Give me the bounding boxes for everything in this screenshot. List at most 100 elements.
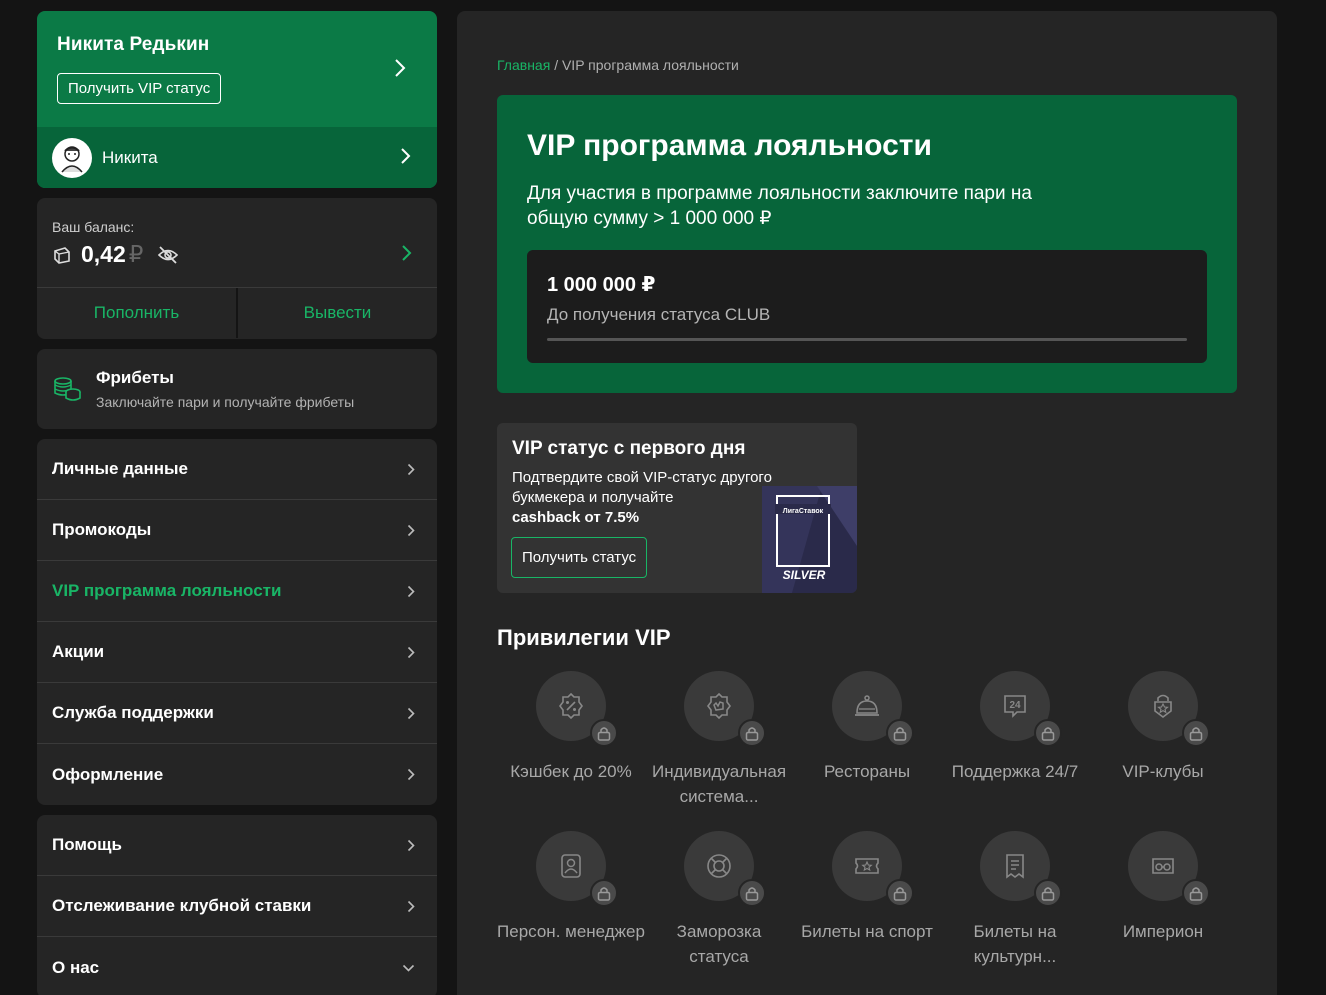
profile-name: Никита Редькин: [57, 34, 210, 55]
eye-off-icon[interactable]: [157, 245, 179, 265]
progress-label: До получения статуса CLUB: [547, 305, 771, 324]
menu-item-label: О нас: [52, 957, 100, 977]
balance-label: Ваш баланс:: [52, 219, 135, 235]
freebets-subtitle: Заключайте пари и получайте фрибеты: [96, 394, 355, 410]
profile-header[interactable]: Никита Редькин Получить VIP статус: [37, 11, 437, 127]
cloche-icon: [855, 695, 879, 716]
menu-item-label: Акции: [52, 642, 105, 661]
promo-description: Подтвердите свой VIP-статус другого букм…: [512, 468, 772, 528]
lock-icon: [1189, 886, 1203, 901]
lock-icon: [893, 886, 907, 901]
privilege-item[interactable]: Рестораны: [793, 671, 941, 811]
get-vip-button[interactable]: Получить VIP статус: [57, 73, 222, 104]
sidebar: Никита Редькин Получить VIP статус Никит…: [37, 11, 437, 995]
menu-item-label: Личные данные: [52, 459, 188, 478]
privilege-item[interactable]: Билеты на спорт: [793, 831, 941, 971]
lock-icon: [597, 886, 611, 901]
menu-item-label: Оформление: [52, 764, 164, 784]
main-panel: Главная / VIP программа лояльности VIP п…: [457, 11, 1277, 995]
chevron-down-icon: [402, 964, 415, 972]
privilege-item[interactable]: Кэшбек до 20%: [497, 671, 645, 811]
privilege-item[interactable]: Персон. менеджер: [497, 831, 645, 971]
lock-icon: [745, 886, 759, 901]
cashback-icon: [559, 692, 583, 720]
menu-item-appearance[interactable]: Оформление: [37, 744, 437, 805]
coins-icon: [54, 377, 81, 401]
privilege-label: Империон: [1122, 922, 1204, 941]
privilege-item[interactable]: Индивидуальная система...: [645, 671, 793, 811]
breadcrumb: Главная / VIP программа лояльности: [497, 57, 739, 73]
profile-user-row[interactable]: Никита: [37, 127, 437, 188]
menu-item-promocodes[interactable]: Промокоды: [37, 500, 437, 561]
privilege-item[interactable]: VIP-клубы: [1089, 671, 1237, 811]
breadcrumb-current: VIP программа лояльности: [561, 57, 739, 73]
chevron-right-icon: [407, 646, 415, 659]
chevron-right-icon: [407, 707, 415, 720]
hero-description: Для участия в программе лояльности заклю…: [527, 183, 1032, 229]
deposit-button[interactable]: Пополнить: [37, 288, 238, 338]
privilege-label: Персон. менеджер: [497, 922, 645, 941]
page-title: VIP программа лояльности: [527, 129, 932, 162]
chevron-right-icon: [407, 524, 415, 537]
imperion-icon: [1152, 858, 1174, 874]
lifebuoy-icon: [707, 854, 731, 878]
support-24-icon: 24: [1004, 695, 1026, 718]
menu-item-vip-program[interactable]: VIP программа лояльности: [37, 561, 437, 622]
breadcrumb-home-link[interactable]: Главная: [497, 57, 550, 73]
balance-header[interactable]: Ваш баланс: 0,42 ₽: [37, 198, 437, 288]
menu-item-label: Служба поддержки: [52, 703, 214, 722]
profile-username: Никита: [102, 147, 158, 167]
wallet-icon: [54, 246, 70, 264]
progress-amount: 1 000 000 ₽: [547, 274, 656, 296]
menu-item-personal-data[interactable]: Личные данные: [37, 439, 437, 500]
menu-item-support[interactable]: Служба поддержки: [37, 683, 437, 744]
secondary-menu: Помощь Отслеживание клубной ставки О нас: [37, 815, 437, 995]
progress-box: 1 000 000 ₽ До получения статуса CLUB: [527, 250, 1207, 363]
menu-item-about[interactable]: О нас: [37, 937, 437, 995]
privilege-label: Поддержка 24/7: [951, 762, 1079, 781]
breadcrumb-separator: /: [554, 57, 559, 73]
menu-item-label: Отслеживание клубной ставки: [52, 896, 312, 915]
card-level: SILVER: [783, 568, 826, 582]
chevron-right-icon: [407, 585, 415, 598]
lock-icon: [893, 726, 907, 741]
menu-item-label: Промокоды: [52, 520, 152, 539]
get-status-button[interactable]: Получить статус: [511, 537, 648, 578]
privilege-item[interactable]: Империон: [1089, 831, 1237, 971]
withdraw-button[interactable]: Вывести: [238, 288, 437, 338]
privileges-title: Привилегии VIP: [497, 625, 671, 650]
balance-currency: ₽: [128, 241, 144, 267]
gear-hand-icon: [707, 692, 731, 720]
balance-amount: 0,42: [81, 241, 126, 267]
menu-item-label: VIP программа лояльности: [52, 581, 282, 600]
privilege-item[interactable]: Заморозка статуса: [645, 831, 793, 971]
balance-card: Ваш баланс: 0,42 ₽ Пополнить Вывести: [37, 198, 437, 339]
privilege-label: Индивидуальная система...: [651, 762, 787, 806]
vip-hero-card: VIP программа лояльности Для участия в п…: [497, 95, 1237, 393]
avatar: [52, 137, 92, 178]
promo-title: VIP статус с первого дня: [512, 438, 746, 459]
svg-text:24: 24: [1009, 700, 1021, 711]
chevron-right-icon: [407, 900, 415, 913]
culture-ticket-icon: [1006, 854, 1024, 879]
chevron-right-icon: [407, 768, 415, 781]
chevron-right-icon: [407, 839, 415, 852]
club-icon: [1154, 694, 1172, 718]
privilege-item[interactable]: Билеты на культурн...: [941, 831, 1089, 971]
chevron-right-icon: [401, 148, 411, 164]
privilege-label: VIP-клубы: [1122, 762, 1204, 781]
lock-icon: [1189, 726, 1203, 741]
promo-highlight: cashback от 7.5%: [512, 509, 640, 526]
menu-item-label: Помощь: [52, 835, 122, 854]
menu-item-club-bet-tracking[interactable]: Отслеживание клубной ставки: [37, 876, 437, 937]
menu-item-promotions[interactable]: Акции: [37, 622, 437, 683]
main-menu: Личные данные Промокоды VIP программа ло…: [37, 439, 437, 805]
freebets-card[interactable]: Фрибеты Заключайте пари и получайте фриб…: [37, 349, 437, 429]
menu-item-help[interactable]: Помощь: [37, 815, 437, 876]
privilege-label: Билеты на спорт: [801, 922, 933, 941]
privilege-item[interactable]: 24 Поддержка 24/7: [941, 671, 1089, 811]
privilege-label: Кэшбек до 20%: [510, 762, 632, 781]
lock-icon: [597, 726, 611, 741]
privilege-label: Билеты на культурн...: [973, 922, 1057, 966]
card-brand: ЛигаСтавок: [783, 508, 824, 515]
